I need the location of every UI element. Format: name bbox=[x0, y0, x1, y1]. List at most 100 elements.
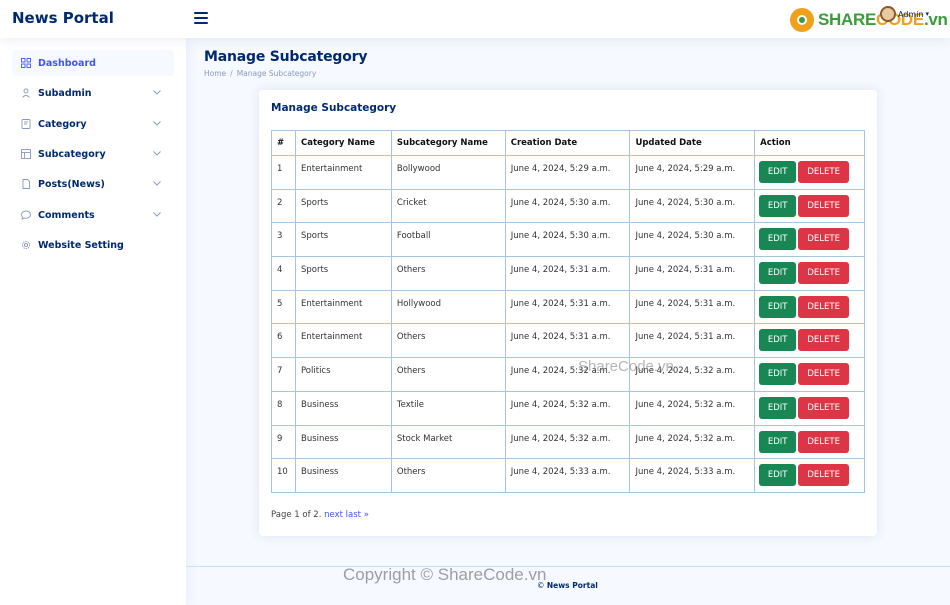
subcategory-card: Manage Subcategory # Category Name Subca… bbox=[259, 90, 877, 536]
delete-button[interactable]: DELETE bbox=[798, 262, 850, 285]
cell-creation-date: June 4, 2024, 5:31 a.m. bbox=[504, 323, 631, 359]
cell-updated-date: June 4, 2024, 5:29 a.m. bbox=[629, 155, 756, 190]
sidebar-item-comments[interactable]: Comments bbox=[12, 202, 174, 228]
watermark-gear-icon bbox=[790, 8, 814, 32]
table-row: 6 Entertainment Others June 4, 2024, 5:3… bbox=[271, 323, 865, 359]
cell-updated-date: June 4, 2024, 5:31 a.m. bbox=[629, 289, 756, 325]
sidebar-item-label: Comments bbox=[38, 209, 95, 221]
avatar bbox=[880, 6, 896, 22]
delete-button[interactable]: DELETE bbox=[798, 295, 850, 318]
cell-actions: EDIT DELETE bbox=[754, 424, 865, 460]
subcategory-table: # Category Name Subcategory Name Creatio… bbox=[271, 130, 865, 493]
layout-icon bbox=[21, 149, 31, 159]
cell-creation-date: June 4, 2024, 5:31 a.m. bbox=[504, 289, 631, 325]
cell-number: 2 bbox=[271, 188, 296, 224]
gear-icon bbox=[21, 240, 31, 250]
table-row: 3 Sports Football June 4, 2024, 5:30 a.m… bbox=[271, 222, 865, 258]
cell-updated-date: June 4, 2024, 5:32 a.m. bbox=[629, 390, 756, 426]
cell-subcategory-name: Others bbox=[390, 357, 506, 392]
column-header-subcategory-name: Subcategory Name bbox=[390, 130, 506, 156]
cell-number: 6 bbox=[271, 323, 296, 359]
table-row: 10 Business Others June 4, 2024, 5:33 a.… bbox=[271, 458, 865, 493]
chevron-down-icon bbox=[153, 151, 161, 156]
edit-button[interactable]: EDIT bbox=[759, 329, 797, 352]
cell-actions: EDIT DELETE bbox=[754, 222, 865, 258]
edit-button[interactable]: EDIT bbox=[759, 228, 797, 251]
sidebar-item-subcategory[interactable]: Subcategory bbox=[12, 141, 174, 167]
table-header-row: # Category Name Subcategory Name Creatio… bbox=[271, 130, 865, 156]
edit-button[interactable]: EDIT bbox=[759, 295, 797, 318]
sidebar-item-subadmin[interactable]: Subadmin bbox=[12, 80, 174, 106]
cell-number: 10 bbox=[271, 458, 296, 493]
profile-dropdown[interactable]: Admin ▾ bbox=[880, 6, 929, 22]
edit-button[interactable]: EDIT bbox=[759, 464, 797, 487]
column-header-action: Action bbox=[754, 130, 865, 156]
cell-subcategory-name: Stock Market bbox=[390, 424, 506, 460]
sidebar-item-category[interactable]: Category bbox=[12, 111, 174, 137]
delete-button[interactable]: DELETE bbox=[798, 161, 850, 183]
profile-name: Admin bbox=[898, 9, 924, 19]
cell-actions: EDIT DELETE bbox=[754, 289, 865, 325]
cell-actions: EDIT DELETE bbox=[754, 256, 865, 291]
table-row: 2 Sports Cricket June 4, 2024, 5:30 a.m.… bbox=[271, 188, 865, 224]
sidebar-item-website-setting[interactable]: Website Setting bbox=[12, 232, 174, 258]
cell-subcategory-name: Others bbox=[390, 323, 506, 359]
delete-button[interactable]: DELETE bbox=[798, 329, 850, 352]
table-row: 7 Politics Others June 4, 2024, 5:32 a.m… bbox=[271, 357, 865, 392]
cell-subcategory-name: Others bbox=[390, 256, 506, 291]
table-row: 4 Sports Others June 4, 2024, 5:31 a.m. … bbox=[271, 256, 865, 291]
edit-button[interactable]: EDIT bbox=[759, 262, 797, 285]
breadcrumb-home-link[interactable]: Home bbox=[204, 69, 226, 78]
edit-button[interactable]: EDIT bbox=[759, 363, 797, 386]
pagination: Page 1 of 2. next last » bbox=[271, 510, 369, 520]
page-title: Manage Subcategory bbox=[204, 49, 368, 65]
cell-category-name: Sports bbox=[294, 256, 392, 291]
cell-creation-date: June 4, 2024, 5:30 a.m. bbox=[504, 188, 631, 224]
sidebar-item-dashboard[interactable]: Dashboard bbox=[12, 50, 174, 76]
cell-actions: EDIT DELETE bbox=[754, 155, 865, 190]
cell-actions: EDIT DELETE bbox=[754, 357, 865, 392]
column-header-category-name: Category Name bbox=[294, 130, 392, 156]
delete-button[interactable]: DELETE bbox=[798, 464, 850, 487]
copyright-symbol: © bbox=[537, 581, 545, 590]
cell-actions: EDIT DELETE bbox=[754, 390, 865, 426]
cell-creation-date: June 4, 2024, 5:30 a.m. bbox=[504, 222, 631, 258]
delete-button[interactable]: DELETE bbox=[798, 228, 850, 251]
center-watermark: ShareCode.vn bbox=[578, 358, 674, 375]
pagination-next-link[interactable]: next bbox=[324, 510, 343, 520]
delete-button[interactable]: DELETE bbox=[798, 194, 850, 217]
cell-creation-date: June 4, 2024, 5:32 a.m. bbox=[504, 424, 631, 460]
cell-subcategory-name: Others bbox=[390, 458, 506, 493]
delete-button[interactable]: DELETE bbox=[798, 396, 850, 419]
document-icon bbox=[21, 179, 31, 189]
delete-button[interactable]: DELETE bbox=[798, 363, 850, 386]
cell-category-name: Entertainment bbox=[294, 289, 392, 325]
column-header-updated-date: Updated Date bbox=[629, 130, 756, 156]
cell-updated-date: June 4, 2024, 5:32 a.m. bbox=[629, 424, 756, 460]
footer-watermark: Copyright © ShareCode.vn bbox=[343, 565, 547, 584]
delete-button[interactable]: DELETE bbox=[798, 430, 850, 453]
pagination-last-link[interactable]: last » bbox=[346, 510, 369, 520]
cell-updated-date: June 4, 2024, 5:30 a.m. bbox=[629, 188, 756, 224]
cell-category-name: Business bbox=[294, 458, 392, 493]
edit-button[interactable]: EDIT bbox=[759, 161, 797, 183]
table-row: 5 Entertainment Hollywood June 4, 2024, … bbox=[271, 289, 865, 325]
edit-button[interactable]: EDIT bbox=[759, 396, 797, 419]
brand-logo[interactable]: News Portal bbox=[12, 9, 114, 27]
top-header: News Portal SHARECODE.vn Admin ▾ bbox=[0, 0, 950, 38]
edit-button[interactable]: EDIT bbox=[759, 430, 797, 453]
hamburger-menu-icon[interactable] bbox=[194, 12, 208, 24]
edit-button[interactable]: EDIT bbox=[759, 194, 797, 217]
chevron-down-icon bbox=[153, 212, 161, 217]
chevron-down-icon bbox=[153, 121, 161, 126]
breadcrumb: Home / Manage Subcategory bbox=[204, 69, 317, 78]
cell-updated-date: June 4, 2024, 5:33 a.m. bbox=[629, 458, 756, 493]
cell-number: 1 bbox=[271, 155, 296, 190]
cell-category-name: Business bbox=[294, 424, 392, 460]
sidebar: Dashboard Subadmin Category Subcategory … bbox=[0, 38, 186, 605]
sidebar-item-posts[interactable]: Posts(News) bbox=[12, 171, 174, 197]
cell-number: 8 bbox=[271, 390, 296, 426]
cell-number: 7 bbox=[271, 357, 296, 392]
table-row: 9 Business Stock Market June 4, 2024, 5:… bbox=[271, 424, 865, 460]
grid-icon bbox=[21, 58, 31, 68]
